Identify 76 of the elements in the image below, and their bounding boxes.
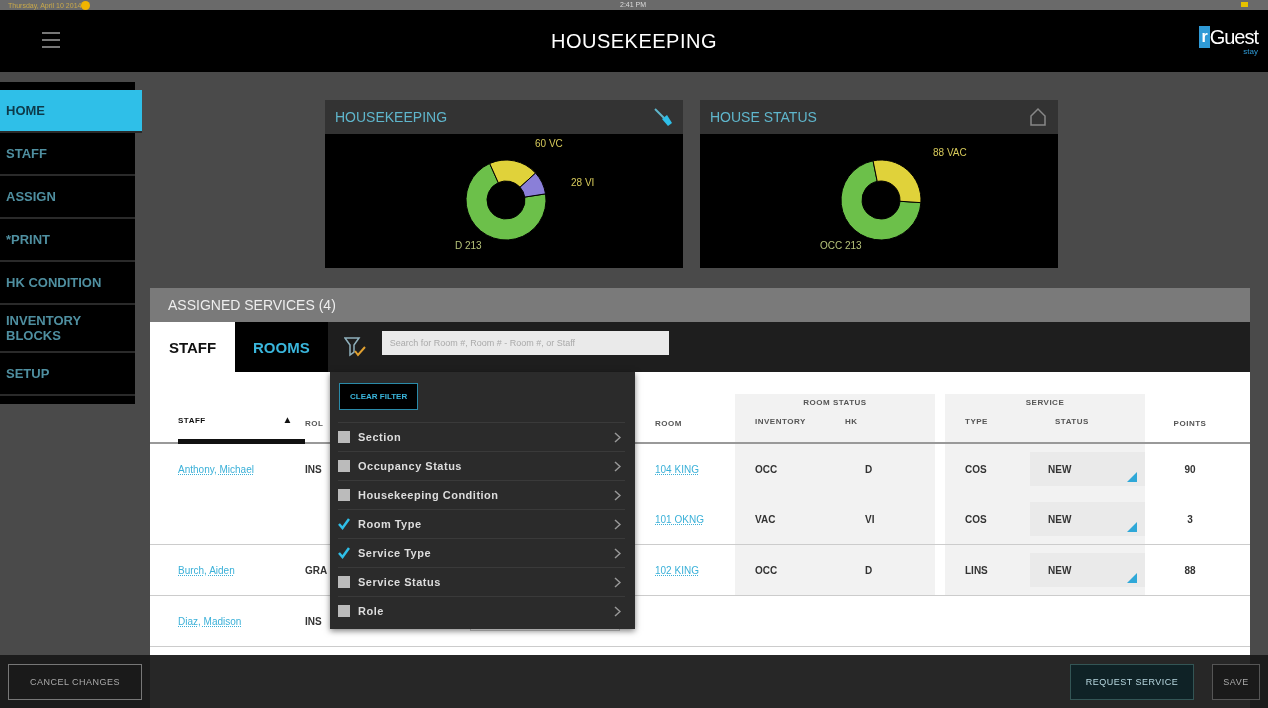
request-service-button[interactable]: REQUEST SERVICE (1070, 663, 1194, 700)
chevron-right-icon[interactable] (614, 605, 621, 617)
table-cell: D (865, 564, 873, 576)
cancel-changes-button[interactable]: CANCEL CHANGES (8, 663, 142, 700)
chevron-right-icon[interactable] (614, 460, 621, 472)
table-cell: COS (965, 513, 987, 525)
tab[interactable]: ROOMS (235, 322, 328, 372)
chevron-right-icon[interactable] (614, 547, 621, 559)
filter-option[interactable]: Room Type (358, 518, 614, 530)
save-button[interactable]: SAVE (1212, 663, 1260, 700)
status-dropdown[interactable]: NEW (1030, 452, 1145, 486)
chart-label: 28 VI (571, 177, 595, 188)
sort-indicator: ▲ (282, 414, 293, 425)
group-header-label: SERVICE (1025, 397, 1065, 407)
filter-option[interactable]: Occupancy Status (358, 460, 614, 472)
check-icon[interactable] (338, 547, 350, 559)
chevron-right-icon[interactable] (614, 576, 621, 588)
chevron-right-icon[interactable] (614, 489, 621, 501)
filter-option[interactable]: Service Type (358, 547, 614, 559)
column-header: ROOM (655, 419, 682, 428)
chart-label: OCC 213 (820, 240, 862, 251)
filter-option[interactable]: Service Status (358, 576, 614, 588)
chart-label: 88 VAC (933, 147, 967, 158)
column-header: STATUS (1055, 417, 1089, 426)
checkbox[interactable] (338, 605, 350, 617)
check-icon[interactable] (338, 518, 350, 530)
table-cell: OCC (755, 463, 778, 475)
column-header: INVENTORY (755, 417, 806, 426)
checkbox[interactable] (338, 460, 350, 472)
checkbox[interactable] (338, 431, 350, 443)
logo-subtext: stay (1243, 47, 1258, 56)
table-cell: INS (305, 463, 322, 475)
table-cell: COS (965, 463, 987, 475)
column-header[interactable]: STAFF ▲ (178, 394, 305, 444)
nav-item[interactable]: HOME (0, 90, 142, 133)
chart-label: 60 VC (535, 138, 563, 149)
house-icon (1028, 107, 1048, 127)
tab[interactable]: STAFF (150, 322, 235, 372)
table-cell: 88 (1184, 564, 1196, 576)
filter-icon[interactable] (343, 336, 366, 358)
logo-text: Guest (1209, 26, 1258, 48)
menu-icon[interactable] (42, 32, 60, 48)
chevron-right-icon[interactable] (614, 431, 621, 443)
column-header: POINTS (1173, 419, 1207, 428)
group-header-label: ROOM STATUS (803, 397, 867, 407)
column-header: HK (845, 417, 858, 426)
table-cell: LINS (965, 564, 988, 576)
section-header: ASSIGNED SERVICES (4) (150, 288, 1250, 322)
table-cell: 3 (1187, 513, 1193, 525)
card-title: HOUSE STATUS (710, 109, 817, 125)
warning-icon (81, 0, 91, 10)
table-cell: INS (305, 615, 322, 627)
column-header: TYPE (965, 417, 988, 426)
checkbox[interactable] (338, 489, 350, 501)
filter-option[interactable]: Role (358, 605, 614, 617)
table-cell: GRA (305, 564, 328, 576)
page-title: HOUSEKEEPING (550, 29, 717, 53)
flag-icon (1241, 2, 1248, 7)
filter-option[interactable]: Section (358, 431, 614, 443)
status-dropdown[interactable]: NEW (1030, 553, 1145, 587)
table-cell: VI (865, 513, 875, 525)
column-header-label[interactable]: STAFF (178, 416, 206, 425)
chart-label: D 213 (455, 240, 482, 251)
broom-icon (653, 107, 673, 127)
card-title: HOUSEKEEPING (335, 109, 448, 125)
column-header: ROL (305, 419, 324, 428)
status-dropdown[interactable]: NEW (1030, 502, 1145, 536)
filter-option[interactable]: Housekeeping Condition (358, 489, 614, 501)
table-cell: OCC (755, 564, 778, 576)
table-cell: D (865, 463, 873, 475)
table-cell: 90 (1184, 463, 1196, 475)
clear-filter-button[interactable]: CLEAR FILTER (339, 383, 419, 410)
checkbox[interactable] (338, 576, 350, 588)
chevron-right-icon[interactable] (614, 518, 621, 530)
logo-mark: r (1199, 26, 1210, 48)
table-cell: VAC (755, 513, 776, 525)
